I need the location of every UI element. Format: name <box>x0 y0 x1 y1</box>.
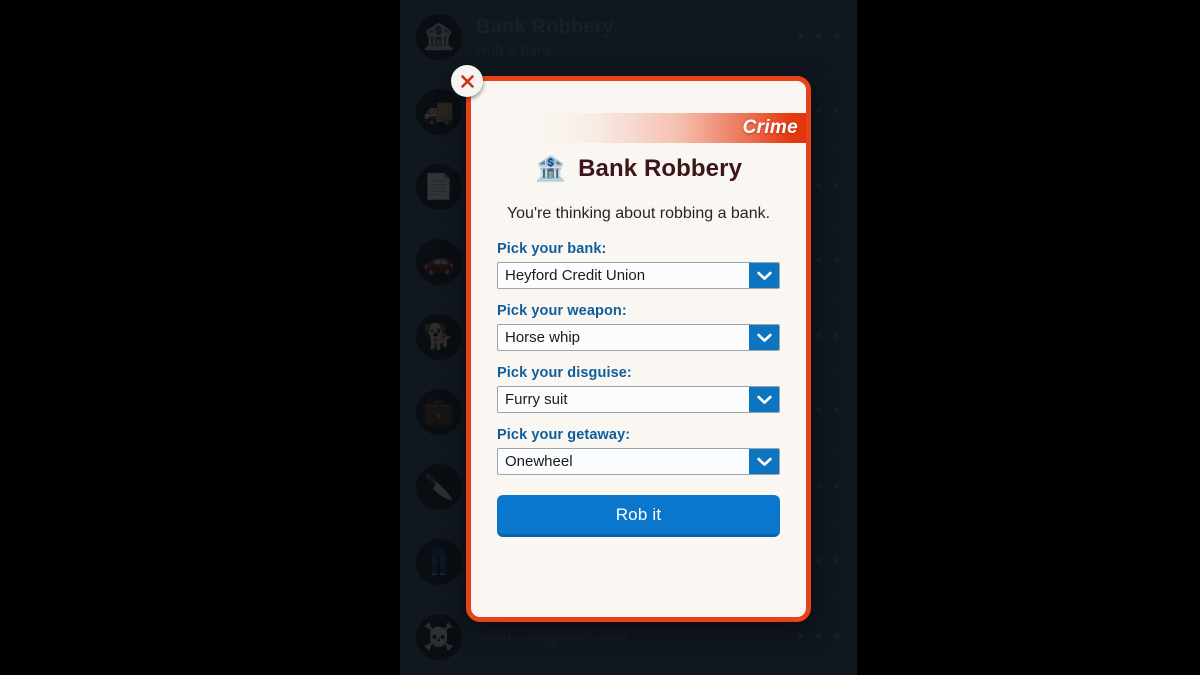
close-button[interactable] <box>451 65 483 97</box>
screen: 🏦 Bank Robbery Rob a bank • • • 🚚 • • • … <box>0 0 1200 675</box>
bank-select[interactable]: Heyford Credit Union <box>497 262 780 289</box>
chevron-down-icon[interactable] <box>749 263 779 288</box>
field-getaway: Pick your getaway: Onewheel <box>497 427 780 475</box>
bank-icon: 🏦 <box>416 14 462 60</box>
overflow-menu-icon[interactable]: • • • <box>789 626 843 648</box>
list-item-subtitle: Rob a bank <box>476 41 553 59</box>
disguise-select-value: Furry suit <box>505 391 568 408</box>
weapon-select[interactable]: Horse whip <box>497 324 780 351</box>
bank-icon: 🏦 <box>534 154 567 183</box>
document-icon: 📄 <box>416 164 462 210</box>
field-label: Pick your disguise: <box>497 365 632 381</box>
bank-select-value: Heyford Credit Union <box>505 267 646 284</box>
field-label: Pick your weapon: <box>497 303 627 319</box>
chevron-down-icon[interactable] <box>749 325 779 350</box>
rob-it-button[interactable]: Rob it <box>497 495 780 537</box>
dialog-description: You're thinking about robbing a bank. <box>506 205 771 222</box>
knife-icon: 🔪 <box>416 464 462 510</box>
chevron-down-icon[interactable] <box>749 449 779 474</box>
disguise-select[interactable]: Furry suit <box>497 386 780 413</box>
car-icon: 🚗 <box>416 239 462 285</box>
bank-robbery-dialog: Crime 🏦 Bank Robbery You're thinking abo… <box>466 76 811 622</box>
category-label: Crime <box>742 117 798 138</box>
letterbox-right <box>857 0 1200 675</box>
field-label: Pick your bank: <box>497 241 607 257</box>
jeans-icon: 👖 <box>416 539 462 585</box>
category-ribbon: Crime <box>533 113 806 143</box>
dog-icon: 🐕 <box>416 314 462 360</box>
letterbox-left <box>0 0 400 675</box>
list-item-text: Bank Robbery Rob a bank <box>462 16 789 59</box>
field-weapon: Pick your weapon: Horse whip <box>497 303 780 351</box>
getaway-select[interactable]: Onewheel <box>497 448 780 475</box>
list-item-subtitle: Steal a neighbor's mail <box>476 630 628 647</box>
briefcase-icon: 💼 <box>416 389 462 435</box>
chevron-down-icon[interactable] <box>749 387 779 412</box>
weapon-select-value: Horse whip <box>505 329 581 346</box>
overflow-menu-icon[interactable]: • • • <box>789 26 843 48</box>
list-item-title: Bank Robbery <box>476 15 614 38</box>
skull-icon: ☠️ <box>416 614 462 660</box>
field-label: Pick your getaway: <box>497 427 631 443</box>
dialog-body: 🏦 Bank Robbery You're thinking about rob… <box>471 155 806 555</box>
dialog-header: 🏦 Bank Robbery <box>497 155 780 183</box>
page-title: Bank Robbery <box>578 155 743 182</box>
list-item-text: Steal a neighbor's mail <box>462 627 789 647</box>
field-disguise: Pick your disguise: Furry suit <box>497 365 780 413</box>
list-item[interactable]: 🏦 Bank Robbery Rob a bank • • • <box>400 0 857 75</box>
getaway-select-value: Onewheel <box>505 453 573 470</box>
field-bank: Pick your bank: Heyford Credit Union <box>497 241 780 289</box>
truck-icon: 🚚 <box>416 89 462 135</box>
ribbon-area: Crime <box>471 81 806 149</box>
close-icon <box>460 74 474 88</box>
